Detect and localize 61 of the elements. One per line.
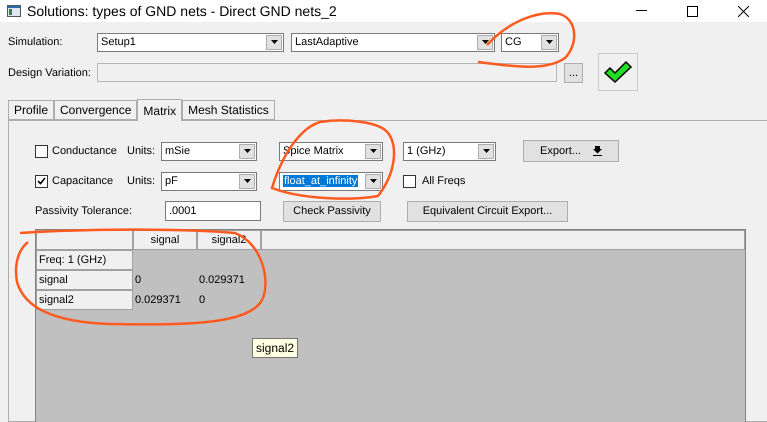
equivalent-circuit-export-button[interactable]: Equivalent Circuit Export... [407, 200, 568, 222]
row-header: signal [36, 270, 133, 290]
units-label: Units: [127, 144, 156, 159]
all-freqs-label: All Freqs [422, 174, 466, 189]
tooltip: signal2 [252, 338, 298, 358]
units-label: Units: [127, 174, 156, 189]
tab[interactable]: Matrix [137, 99, 182, 121]
tab[interactable]: Mesh Statistics [182, 100, 275, 120]
dropdown[interactable]: LastAdaptive [291, 32, 495, 52]
tab[interactable]: Convergence [54, 100, 138, 120]
dropdown-arrow-button[interactable] [266, 34, 282, 50]
caret-icon [244, 179, 250, 183]
dropdown-arrow-button[interactable] [477, 34, 493, 50]
dropdown-arrow-button[interactable] [365, 174, 381, 188]
caret-icon [482, 40, 488, 44]
window-icon [7, 5, 21, 17]
dropdown[interactable]: 1 (GHz) [403, 142, 496, 160]
row-header: signal2 [36, 290, 133, 310]
dropdown-arrow-button[interactable] [541, 34, 557, 50]
checkmark-icon [603, 60, 633, 84]
caret-icon [482, 149, 490, 153]
checkbox[interactable] [35, 144, 48, 158]
minimize-icon[interactable] [636, 10, 647, 12]
dropdown-arrow-button[interactable] [478, 144, 494, 158]
checkmark-icon [37, 177, 46, 185]
window-title: Solutions: types of GND nets - Direct GND nets_2 [27, 2, 337, 21]
caret-icon [244, 149, 250, 153]
dropdown[interactable]: float_at_infinity [279, 172, 383, 190]
column-header: signal [133, 230, 197, 250]
caret-icon [370, 179, 376, 183]
dropdown[interactable]: pF [161, 172, 257, 190]
table-cell: 0.029371 [135, 294, 181, 306]
quantity-label: Capacitance [52, 174, 114, 189]
caret-icon [270, 40, 278, 44]
passivity-field[interactable]: .0001 [165, 201, 261, 221]
dropdown[interactable]: mSie [161, 142, 257, 160]
dropdown[interactable]: Setup1 [97, 32, 284, 52]
dropdown[interactable]: CG [501, 32, 559, 52]
maximize-icon[interactable] [687, 6, 698, 16]
caret-icon [370, 149, 376, 153]
export-button[interactable]: Export... [523, 140, 619, 162]
caret-icon [546, 40, 552, 44]
checkbox[interactable] [403, 174, 416, 188]
dropdown-arrow-button[interactable] [239, 174, 255, 188]
close-icon[interactable] [738, 6, 749, 16]
quantity-label: Conductance [52, 144, 118, 159]
checkbox[interactable] [35, 174, 48, 188]
download-icon [592, 146, 602, 156]
design-variation-field[interactable] [97, 63, 557, 82]
tab[interactable]: Profile [8, 100, 54, 120]
dropdown-arrow-button[interactable] [239, 144, 255, 158]
table-cell: 0 [199, 294, 206, 306]
dropdown-arrow-button[interactable] [365, 144, 381, 158]
passivity-label: Passivity Tolerance: [35, 204, 134, 219]
browse-button[interactable]: ... [564, 63, 583, 83]
table-cell: 0 [135, 274, 142, 286]
table-cell: 0.029371 [199, 274, 245, 286]
design-variation-label: Design Variation: [8, 66, 92, 81]
simulation-label: Simulation: [8, 34, 64, 50]
row-header: Freq: 1 (GHz) [36, 250, 133, 270]
check-passivity-button[interactable]: Check Passivity [283, 200, 381, 222]
